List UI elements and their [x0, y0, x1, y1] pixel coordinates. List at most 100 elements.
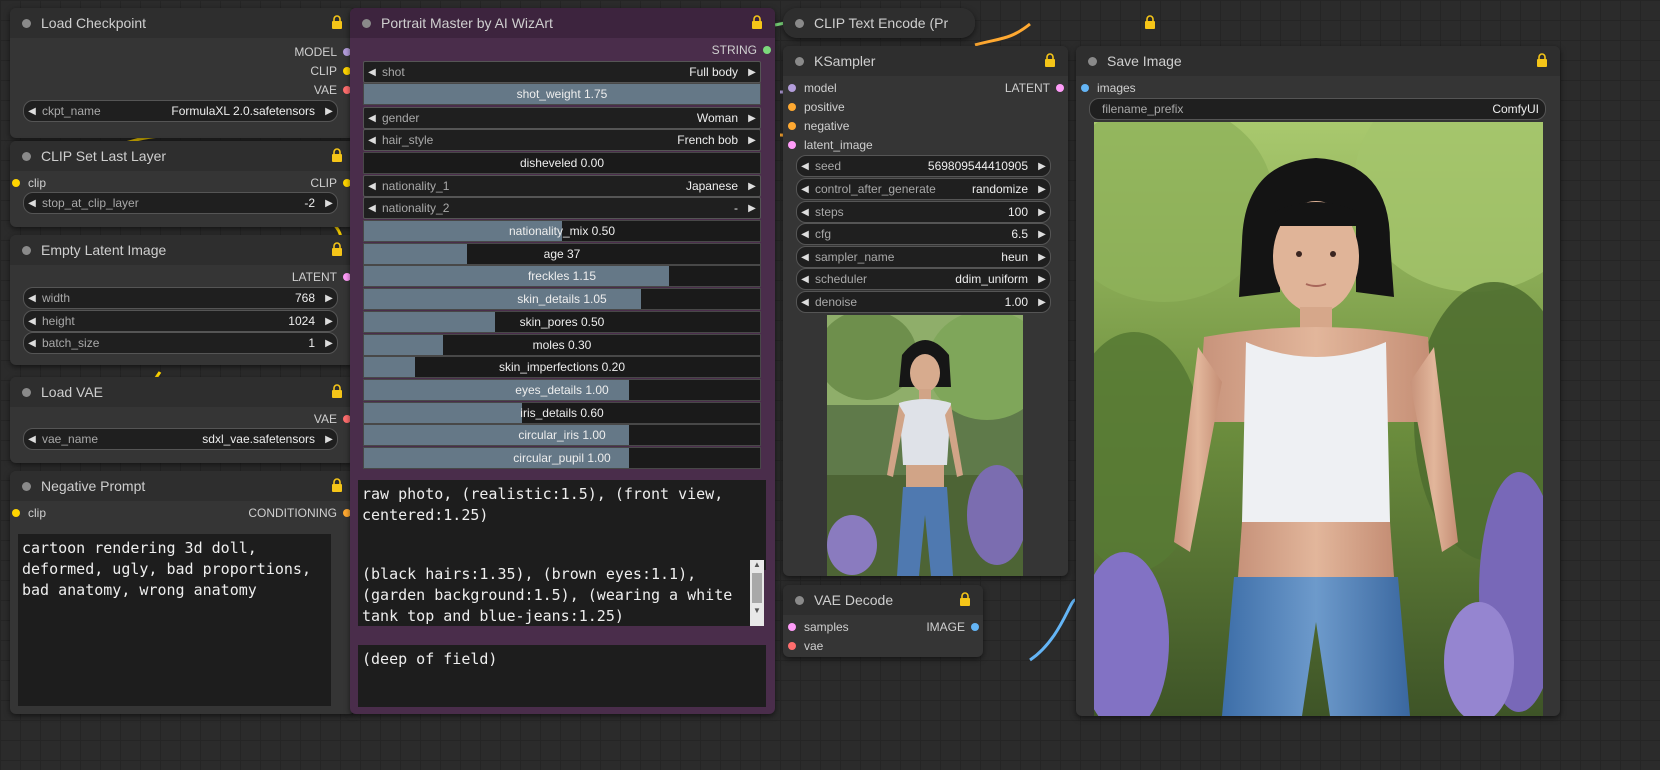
- node-title[interactable]: Portrait Master by AI WizArt: [350, 8, 775, 38]
- arrow-left-icon[interactable]: ◀: [797, 274, 813, 285]
- slider-10[interactable]: circular_iris 1.00: [363, 424, 761, 447]
- input-samples[interactable]: samples: [788, 618, 849, 636]
- port-dot[interactable]: [1056, 84, 1064, 92]
- arrow-right-icon[interactable]: ▶: [1034, 161, 1050, 172]
- arrow-left-icon[interactable]: ◀: [364, 181, 380, 192]
- collapse-dot[interactable]: [22, 387, 31, 397]
- node-ksampler[interactable]: KSampler model positive negative latent_…: [783, 46, 1068, 576]
- arrow-left-icon[interactable]: ◀: [24, 316, 40, 327]
- width-number[interactable]: ◀ width 768 ▶: [23, 287, 338, 309]
- output-clip[interactable]: CLIP: [310, 174, 351, 192]
- arrow-right-icon[interactable]: ▶: [321, 434, 337, 445]
- arrow-left-icon[interactable]: ◀: [797, 207, 813, 218]
- collapse-dot[interactable]: [22, 151, 31, 161]
- input-latent-image[interactable]: latent_image: [788, 136, 873, 154]
- slider-3[interactable]: freckles 1.15: [363, 265, 761, 288]
- scheduler-combo[interactable]: ◀ scheduler ddim_uniform ▶: [796, 268, 1051, 290]
- arrow-right-icon[interactable]: ▶: [744, 67, 760, 78]
- output-image[interactable]: IMAGE: [926, 618, 979, 636]
- arrow-right-icon[interactable]: ▶: [321, 338, 337, 349]
- node-portrait-master[interactable]: Portrait Master by AI WizArt STRING ◀ sho…: [350, 8, 775, 714]
- input-vae[interactable]: vae: [788, 637, 823, 655]
- collapse-dot[interactable]: [362, 18, 371, 28]
- scroll-down-icon[interactable]: ▼: [750, 606, 764, 616]
- input-images[interactable]: images: [1081, 79, 1136, 97]
- port-dot[interactable]: [788, 141, 796, 149]
- arrow-left-icon[interactable]: ◀: [24, 106, 40, 117]
- arrow-right-icon[interactable]: ▶: [744, 135, 760, 146]
- lock-icon[interactable]: [331, 148, 343, 163]
- slider-8[interactable]: eyes_details 1.00: [363, 378, 761, 401]
- hair-style-combo[interactable]: ◀ hair_style French bob ▶: [363, 129, 761, 151]
- shot-combo[interactable]: ◀ shot Full body ▶: [363, 61, 761, 83]
- lock-icon[interactable]: [331, 478, 343, 493]
- arrow-right-icon[interactable]: ▶: [744, 181, 760, 192]
- shot-weight-slider[interactable]: shot_weight 1.75: [363, 83, 761, 105]
- arrow-left-icon[interactable]: ◀: [24, 338, 40, 349]
- output-latent[interactable]: LATENT: [1005, 79, 1064, 97]
- node-vae-decode[interactable]: VAE Decode samples vae IMAGE: [783, 585, 983, 657]
- lock-icon[interactable]: [1536, 53, 1548, 68]
- arrow-left-icon[interactable]: ◀: [24, 434, 40, 445]
- output-vae[interactable]: VAE: [314, 81, 351, 99]
- input-clip[interactable]: clip: [12, 174, 46, 192]
- node-title[interactable]: Load Checkpoint: [10, 8, 355, 38]
- sampler-name-combo[interactable]: ◀ sampler_name heun ▶: [796, 246, 1051, 268]
- arrow-left-icon[interactable]: ◀: [797, 229, 813, 240]
- collapse-dot[interactable]: [22, 245, 31, 255]
- nationality-2-combo[interactable]: ◀ nationality_2 - ▶: [363, 197, 761, 219]
- arrow-right-icon[interactable]: ▶: [1034, 184, 1050, 195]
- cfg-number[interactable]: ◀ cfg 6.5 ▶: [796, 223, 1051, 245]
- lock-icon[interactable]: [1144, 15, 1156, 30]
- scroll-up-icon[interactable]: ▲: [750, 560, 764, 570]
- arrow-right-icon[interactable]: ▶: [744, 203, 760, 214]
- lock-icon[interactable]: [331, 15, 343, 30]
- slider-2[interactable]: age 37: [363, 242, 761, 265]
- arrow-left-icon[interactable]: ◀: [797, 161, 813, 172]
- arrow-left-icon[interactable]: ◀: [797, 297, 813, 308]
- slider-4[interactable]: skin_details 1.05: [363, 288, 761, 311]
- input-clip[interactable]: clip: [12, 504, 46, 522]
- collapse-dot[interactable]: [795, 18, 804, 28]
- arrow-left-icon[interactable]: ◀: [364, 67, 380, 78]
- scroll-thumb[interactable]: [752, 573, 762, 603]
- negative-prompt-text[interactable]: cartoon rendering 3d doll, deformed, ugl…: [18, 534, 331, 706]
- arrow-left-icon[interactable]: ◀: [797, 252, 813, 263]
- arrow-right-icon[interactable]: ▶: [1034, 274, 1050, 285]
- arrow-left-icon[interactable]: ◀: [364, 113, 380, 124]
- lock-icon[interactable]: [1044, 53, 1056, 68]
- lock-icon[interactable]: [751, 15, 763, 30]
- lock-icon[interactable]: [331, 384, 343, 399]
- arrow-right-icon[interactable]: ▶: [1034, 252, 1050, 263]
- node-title[interactable]: Load VAE: [10, 377, 355, 407]
- collapse-dot[interactable]: [795, 56, 804, 66]
- lock-icon[interactable]: [331, 242, 343, 257]
- node-load-vae[interactable]: Load VAE VAE ◀ vae_name sdxl_vae.safetenso…: [10, 377, 355, 463]
- collapse-dot[interactable]: [22, 481, 31, 491]
- slider-5[interactable]: skin_pores 0.50: [363, 310, 761, 333]
- node-clip-set-last-layer[interactable]: CLIP Set Last Layer clip CLIP ◀ stop_at_c…: [10, 141, 355, 227]
- port-dot[interactable]: [788, 122, 796, 130]
- seed-number[interactable]: ◀ seed 569809544410905 ▶: [796, 155, 1051, 177]
- output-conditioning[interactable]: CONDITIONING: [248, 504, 351, 522]
- filename-prefix-input[interactable]: filename_prefix ComfyUI: [1089, 98, 1546, 120]
- node-title[interactable]: Save Image: [1076, 46, 1560, 76]
- node-title[interactable]: Negative Prompt: [10, 471, 355, 501]
- node-clip-text-encode[interactable]: CLIP Text Encode (Pr: [783, 8, 975, 38]
- arrow-left-icon[interactable]: ◀: [797, 184, 813, 195]
- gender-combo[interactable]: ◀ gender Woman ▶: [363, 107, 761, 129]
- output-clip[interactable]: CLIP: [310, 62, 351, 80]
- arrow-right-icon[interactable]: ▶: [1034, 207, 1050, 218]
- port-dot[interactable]: [12, 179, 20, 187]
- positive-prompt-1[interactable]: raw photo, (realistic:1.5), (front view,…: [358, 480, 766, 570]
- arrow-right-icon[interactable]: ▶: [321, 293, 337, 304]
- slider-1[interactable]: nationality_mix 0.50: [363, 220, 761, 242]
- node-title[interactable]: KSampler: [783, 46, 1068, 76]
- positive-prompt-2[interactable]: (black hairs:1.35), (brown eyes:1.1), (g…: [358, 560, 750, 626]
- port-dot[interactable]: [788, 642, 796, 650]
- arrow-right-icon[interactable]: ▶: [321, 316, 337, 327]
- input-positive[interactable]: positive: [788, 98, 845, 116]
- output-model[interactable]: MODEL: [294, 43, 351, 61]
- ckpt-name-combo[interactable]: ◀ ckpt_name FormulaXL 2.0.safetensors ▶: [23, 100, 338, 122]
- arrow-right-icon[interactable]: ▶: [744, 113, 760, 124]
